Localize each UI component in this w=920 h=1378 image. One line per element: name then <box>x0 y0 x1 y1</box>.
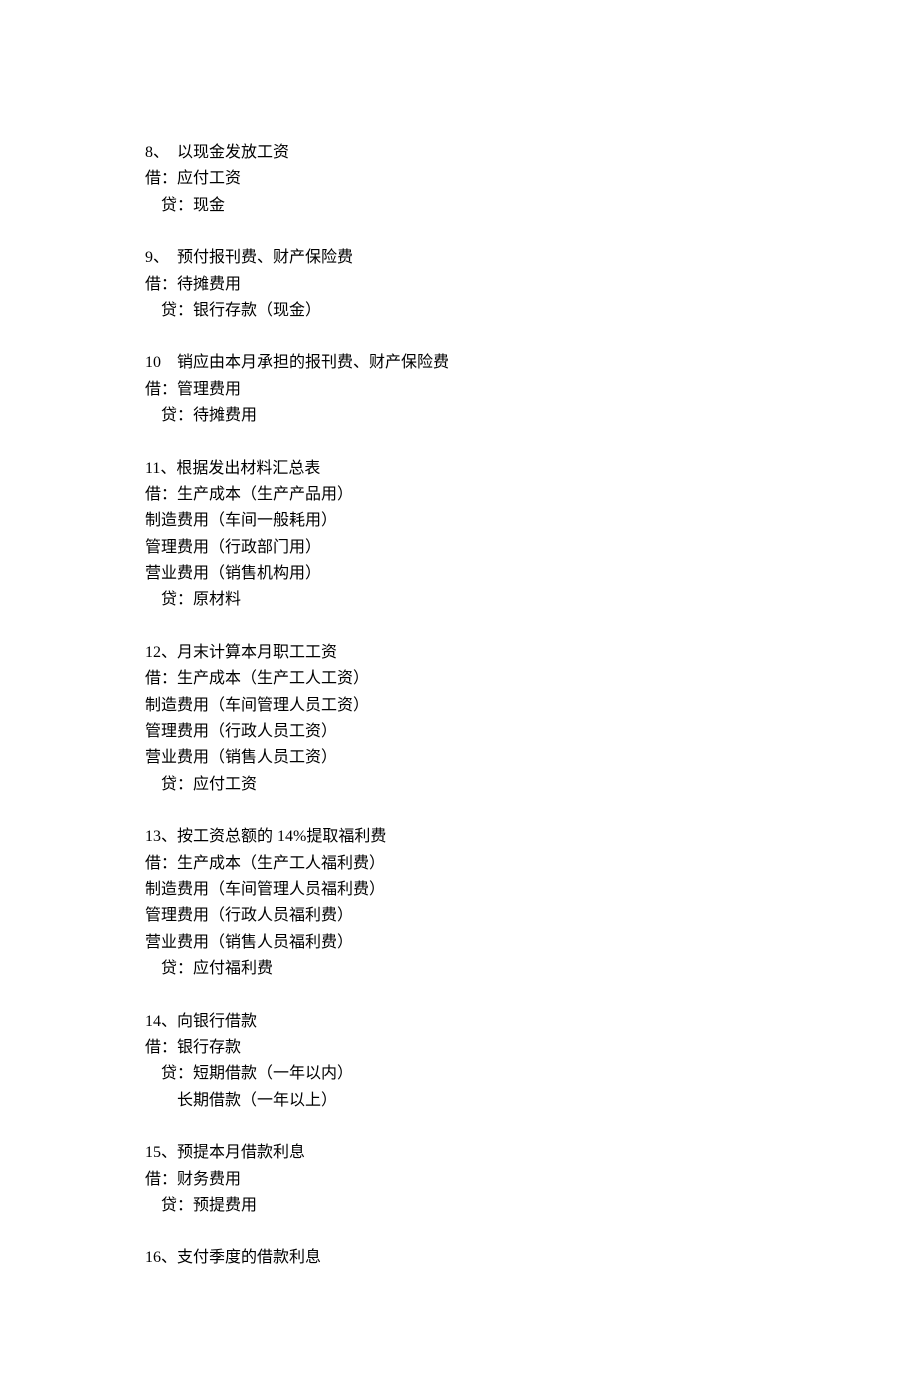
text-line: 15、预提本月借款利息 <box>145 1140 775 1166</box>
text-line: 贷：银行存款（现金） <box>145 298 775 324</box>
text-line: 借：管理费用 <box>145 377 775 403</box>
entry-block: 12、月末计算本月职工工资借：生产成本（生产工人工资）制造费用（车间管理人员工资… <box>145 640 775 798</box>
document-content: 8、 以现金发放工资借：应付工资贷：现金 9、 预付报刊费、财产保险费借：待摊费用… <box>145 140 775 1272</box>
text-line: 制造费用（车间管理人员福利费） <box>145 877 775 903</box>
entry-block: 11、根据发出材料汇总表借：生产成本（生产产品用）制造费用（车间一般耗用）管理费… <box>145 456 775 614</box>
entry-block: 14、向银行借款借：银行存款贷：短期借款（一年以内）长期借款（一年以上） <box>145 1009 775 1115</box>
text-line: 制造费用（车间管理人员工资） <box>145 693 775 719</box>
text-line: 制造费用（车间一般耗用） <box>145 508 775 534</box>
text-line: 10 销应由本月承担的报刊费、财产保险费 <box>145 350 775 376</box>
text-line: 贷：应付工资 <box>145 772 775 798</box>
text-line: 借：应付工资 <box>145 166 775 192</box>
text-line: 营业费用（销售人员福利费） <box>145 930 775 956</box>
text-line: 借：财务费用 <box>145 1167 775 1193</box>
text-line: 借：银行存款 <box>145 1035 775 1061</box>
text-line: 管理费用（行政部门用） <box>145 535 775 561</box>
entry-block: 13、按工资总额的 14%提取福利费借：生产成本（生产工人福利费）制造费用（车间… <box>145 824 775 982</box>
text-line: 贷：应付福利费 <box>145 956 775 982</box>
text-line: 贷：待摊费用 <box>145 403 775 429</box>
text-line: 贷：预提费用 <box>145 1193 775 1219</box>
text-line: 长期借款（一年以上） <box>145 1088 775 1114</box>
text-line: 16、支付季度的借款利息 <box>145 1245 775 1271</box>
text-line: 管理费用（行政人员福利费） <box>145 903 775 929</box>
text-line: 9、 预付报刊费、财产保险费 <box>145 245 775 271</box>
entry-block: 10 销应由本月承担的报刊费、财产保险费借：管理费用贷：待摊费用 <box>145 350 775 429</box>
entry-block: 9、 预付报刊费、财产保险费借：待摊费用贷：银行存款（现金） <box>145 245 775 324</box>
text-line: 13、按工资总额的 14%提取福利费 <box>145 824 775 850</box>
text-line: 管理费用（行政人员工资） <box>145 719 775 745</box>
text-line: 借：生产成本（生产工人工资） <box>145 666 775 692</box>
text-line: 营业费用（销售机构用） <box>145 561 775 587</box>
text-line: 借：生产成本（生产工人福利费） <box>145 851 775 877</box>
text-line: 14、向银行借款 <box>145 1009 775 1035</box>
text-line: 12、月末计算本月职工工资 <box>145 640 775 666</box>
text-line: 贷：现金 <box>145 193 775 219</box>
text-line: 8、 以现金发放工资 <box>145 140 775 166</box>
text-line: 贷：短期借款（一年以内） <box>145 1061 775 1087</box>
text-line: 借：生产成本（生产产品用） <box>145 482 775 508</box>
entry-block: 8、 以现金发放工资借：应付工资贷：现金 <box>145 140 775 219</box>
text-line: 11、根据发出材料汇总表 <box>145 456 775 482</box>
text-line: 借：待摊费用 <box>145 272 775 298</box>
text-line: 营业费用（销售人员工资） <box>145 745 775 771</box>
entry-block: 16、支付季度的借款利息 <box>145 1245 775 1271</box>
text-line: 贷：原材料 <box>145 587 775 613</box>
entry-block: 15、预提本月借款利息借：财务费用贷：预提费用 <box>145 1140 775 1219</box>
